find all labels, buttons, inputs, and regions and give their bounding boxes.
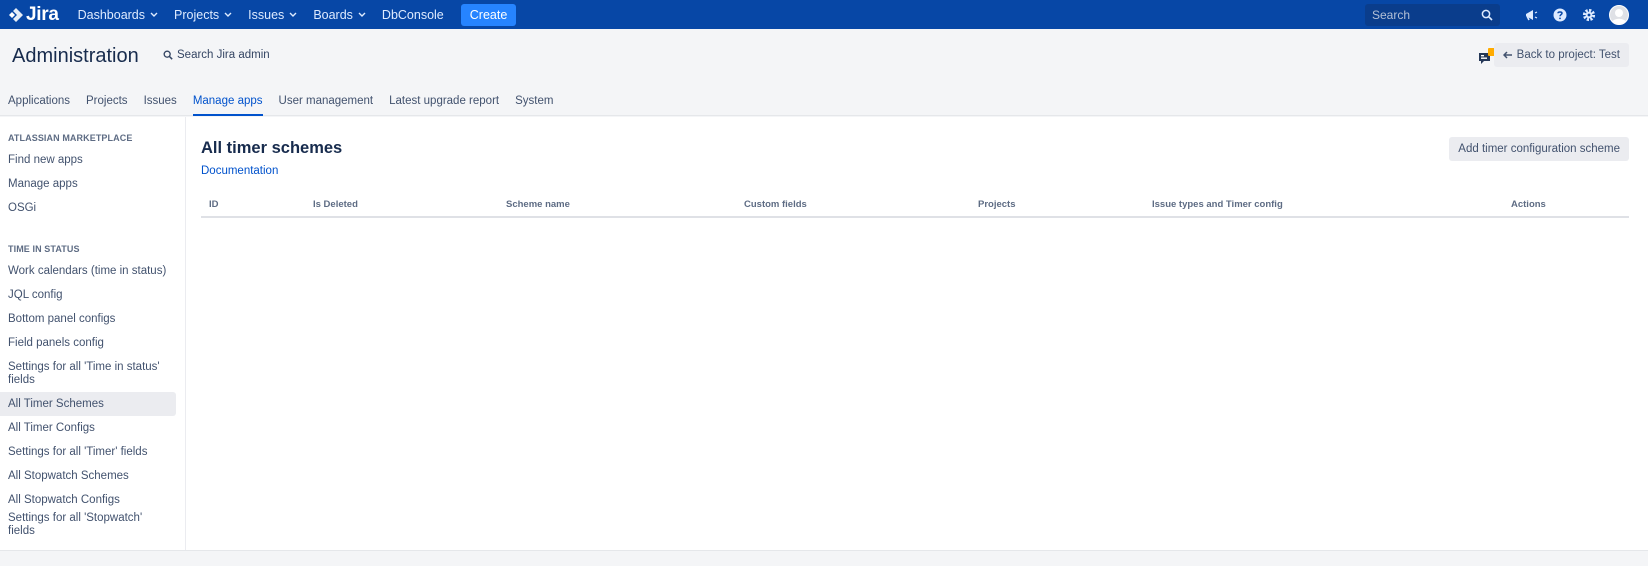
sidebar-item-find-new-apps[interactable]: Find new apps: [0, 148, 176, 172]
back-to-project-button[interactable]: Back to project: Test: [1493, 43, 1629, 67]
sidebar-item-bottom-panel-configs[interactable]: Bottom panel configs: [0, 307, 176, 331]
sidebar-item-all-stopwatch-configs[interactable]: All Stopwatch Configs: [0, 488, 176, 512]
admin-search-label: Search Jira admin: [177, 49, 270, 61]
sidebar-item-osgi[interactable]: OSGi: [0, 196, 176, 220]
nav-dbconsole-label: DbConsole: [381, 7, 444, 22]
admin-tabs: Applications Projects Issues Manage apps…: [0, 86, 561, 116]
sidebar-item-all-timer-schemes[interactable]: All Timer Schemes: [0, 392, 176, 416]
footer: [0, 550, 1648, 566]
search-placeholder: Search: [1372, 7, 1411, 22]
nav-dbconsole[interactable]: DbConsole: [374, 0, 452, 29]
jira-logo[interactable]: Jira: [8, 4, 59, 26]
search-icon: [163, 50, 173, 60]
column-header-is-deleted: Is Deleted: [313, 199, 358, 210]
sidebar-section-title: ATLASSIAN MARKETPLACE: [8, 133, 133, 143]
nav-projects[interactable]: Projects: [166, 0, 240, 29]
nav-boards-label: Boards: [313, 7, 353, 22]
nav-dashboards-label: Dashboards: [77, 7, 146, 22]
gear-icon: [1582, 8, 1595, 21]
chevron-down-icon: [358, 12, 366, 17]
column-header-issue-types: Issue types and Timer config: [1152, 199, 1283, 210]
main-content: All timer schemes Documentation Add time…: [186, 117, 1648, 550]
tab-manage-apps[interactable]: Manage apps: [185, 86, 271, 116]
column-header-actions: Actions: [1511, 199, 1546, 210]
top-navigation-bar: Jira Dashboards Projects Issues Boards D…: [0, 0, 1648, 29]
nav-projects-label: Projects: [174, 7, 220, 22]
chevron-down-icon: [150, 12, 158, 17]
arrow-left-icon: [1502, 51, 1512, 59]
column-header-projects: Projects: [978, 199, 1016, 210]
nav-boards[interactable]: Boards: [305, 0, 374, 29]
settings-button[interactable]: [1574, 0, 1603, 29]
chevron-down-icon: [224, 12, 232, 17]
nav-issues[interactable]: Issues: [240, 0, 305, 29]
sidebar-item-timer-settings[interactable]: Settings for all 'Timer' fields: [0, 440, 176, 464]
chevron-down-icon: [289, 12, 297, 17]
tab-applications[interactable]: Applications: [0, 86, 78, 116]
column-header-id: ID: [209, 199, 219, 210]
jira-logo-icon: [9, 7, 23, 22]
sidebar-item-all-timer-configs[interactable]: All Timer Configs: [0, 416, 176, 440]
logo-text: Jira: [26, 3, 59, 25]
add-timer-scheme-button[interactable]: Add timer configuration scheme: [1449, 137, 1629, 161]
sidebar-item-stopwatch-settings[interactable]: Settings for all 'Stopwatch' fields: [0, 512, 176, 538]
global-search-input[interactable]: Search: [1365, 3, 1500, 26]
sidebar-item-all-stopwatch-schemes[interactable]: All Stopwatch Schemes: [0, 464, 176, 488]
admin-header: Administration Search Jira admin Back to…: [0, 29, 1648, 116]
tab-projects[interactable]: Projects: [78, 86, 136, 116]
sidebar-section-title: TIME IN STATUS: [8, 244, 80, 254]
documentation-link[interactable]: Documentation: [201, 165, 278, 177]
nav-right-group: Search: [1365, 0, 1648, 29]
sidebar-item-time-in-status-settings[interactable]: Settings for all 'Time in status' fields: [0, 355, 176, 392]
sidebar-item-manage-apps[interactable]: Manage apps: [0, 172, 176, 196]
create-button[interactable]: Create: [460, 3, 517, 26]
sidebar-item-jql-config[interactable]: JQL config: [0, 283, 176, 307]
section-title: All timer schemes: [201, 139, 343, 157]
megaphone-icon: [1525, 9, 1537, 20]
tab-user-management[interactable]: User management: [271, 86, 382, 116]
help-icon: [1553, 8, 1566, 21]
search-icon: [1481, 9, 1493, 21]
search-jira-admin[interactable]: Search Jira admin: [163, 49, 270, 61]
table-header: ID Is Deleted Scheme name Custom fields …: [201, 193, 1629, 218]
tab-latest-upgrade-report[interactable]: Latest upgrade report: [381, 86, 507, 116]
nav-dashboards[interactable]: Dashboards: [70, 0, 166, 29]
help-button[interactable]: [1545, 0, 1574, 29]
back-to-project-label: Back to project: Test: [1516, 49, 1620, 61]
sidebar-item-work-calendars[interactable]: Work calendars (time in status): [0, 259, 176, 283]
admin-sidebar: ATLASSIAN MARKETPLACE Find new apps Mana…: [0, 117, 186, 550]
notifications-button[interactable]: [1516, 0, 1545, 29]
column-header-custom-fields: Custom fields: [744, 199, 807, 210]
page-title: Administration: [12, 45, 139, 67]
column-header-scheme-name: Scheme name: [506, 199, 570, 210]
avatar[interactable]: [1609, 4, 1629, 25]
user-avatar-icon: [1611, 8, 1627, 24]
sidebar-item-field-panels-config[interactable]: Field panels config: [0, 331, 176, 355]
nav-issues-label: Issues: [248, 7, 285, 22]
tab-issues[interactable]: Issues: [136, 86, 185, 116]
tab-system[interactable]: System: [507, 86, 561, 116]
